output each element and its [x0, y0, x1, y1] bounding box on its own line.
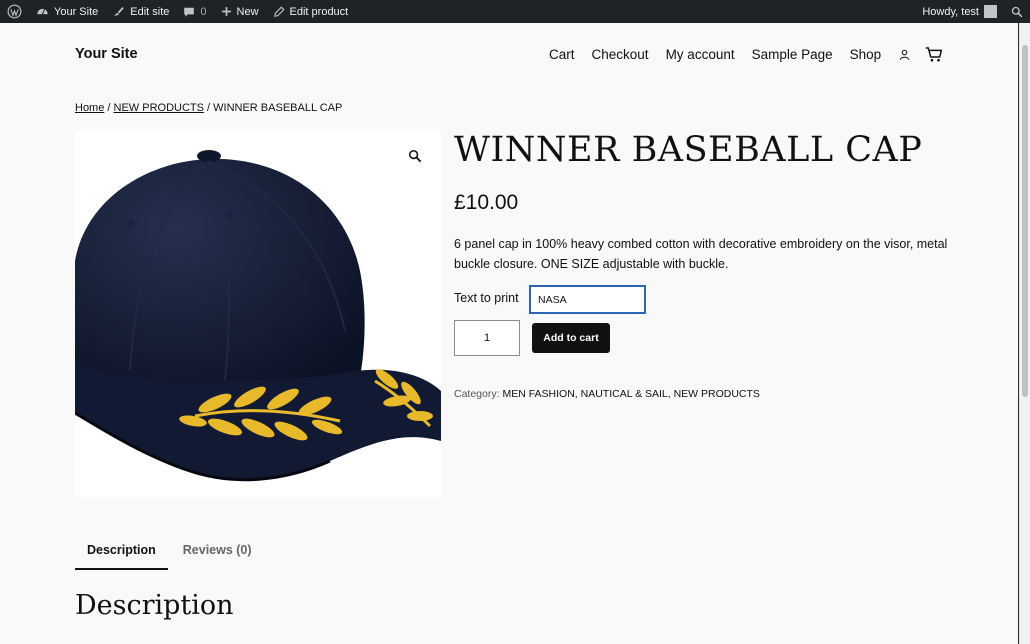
magnifier-icon: [408, 149, 422, 163]
account-icon[interactable]: [898, 48, 911, 61]
admin-bar-site-name: Your Site: [54, 5, 99, 18]
edit-site-label: Edit site: [130, 5, 170, 18]
category-links[interactable]: MEN FASHION, NAUTICAL & SAIL, NEW PRODUC…: [502, 388, 759, 400]
nav-item-sample-page[interactable]: Sample Page: [752, 47, 833, 62]
search-icon: [1011, 6, 1023, 17]
howdy-label: Howdy, test: [922, 5, 979, 18]
pencil-icon: [273, 5, 285, 17]
brush-icon: [114, 6, 124, 17]
new-content-link[interactable]: New: [214, 0, 266, 23]
description-heading: Description: [75, 590, 234, 621]
breadcrumb-separator: /: [104, 102, 114, 114]
product-price: £10.00: [454, 191, 519, 214]
breadcrumb-separator: /: [203, 102, 214, 114]
zoom-button[interactable]: [406, 147, 424, 165]
nav-item-my-account[interactable]: My account: [666, 47, 735, 62]
nav-item-shop[interactable]: Shop: [850, 47, 882, 62]
product-short-description: 6 panel cap in 100% heavy combed cotton …: [454, 237, 948, 271]
admin-bar-site-link[interactable]: Your Site: [29, 0, 105, 23]
comment-icon: [184, 7, 195, 17]
scrollbar[interactable]: [1019, 23, 1030, 644]
admin-bar: Your Site Edit site 0 New Edit product H…: [0, 0, 1030, 23]
category-label: Category:: [454, 388, 500, 400]
plus-icon: [221, 7, 231, 16]
site-title[interactable]: Your Site: [75, 46, 138, 62]
admin-search-button[interactable]: [1004, 0, 1030, 23]
tab-reviews[interactable]: Reviews (0): [171, 540, 264, 570]
breadcrumb-current: WINNER BASEBALL CAP: [213, 102, 343, 114]
tab-description[interactable]: Description: [75, 540, 168, 570]
text-to-print-label: Text to print: [454, 291, 519, 305]
product-title: WINNER BASEBALL CAP: [454, 130, 923, 170]
breadcrumb-home-link[interactable]: Home: [75, 102, 104, 114]
text-to-print-input[interactable]: [529, 285, 646, 314]
comments-count: 0: [200, 5, 207, 18]
dashboard-icon: [37, 8, 48, 15]
main-navigation: Cart Checkout My account Sample Page Sho…: [549, 46, 957, 63]
my-account-menu[interactable]: Howdy, test: [915, 0, 1004, 23]
comments-link[interactable]: 0: [176, 0, 213, 23]
quantity-input[interactable]: [454, 320, 520, 356]
nav-item-cart[interactable]: Cart: [549, 47, 575, 62]
avatar: [984, 5, 997, 18]
edit-product-link[interactable]: Edit product: [266, 0, 356, 23]
scrollbar-thumb[interactable]: [1022, 45, 1028, 397]
edit-site-link[interactable]: Edit site: [105, 0, 176, 23]
breadcrumb-category-link[interactable]: NEW PRODUCTS: [114, 102, 204, 114]
nav-item-checkout[interactable]: Checkout: [592, 47, 649, 62]
wordpress-logo-icon[interactable]: [0, 0, 29, 23]
product-meta: Category: MEN FASHION, NAUTICAL & SAIL, …: [454, 388, 760, 400]
add-to-cart-button[interactable]: Add to cart: [532, 323, 610, 353]
product-tabs: Description Reviews (0): [75, 540, 264, 570]
cart-icon[interactable]: [925, 46, 943, 63]
new-label: New: [236, 5, 259, 18]
product-image[interactable]: [75, 131, 441, 497]
edit-product-label: Edit product: [289, 5, 349, 18]
breadcrumb: Home / NEW PRODUCTS / WINNER BASEBALL CA…: [75, 102, 342, 114]
